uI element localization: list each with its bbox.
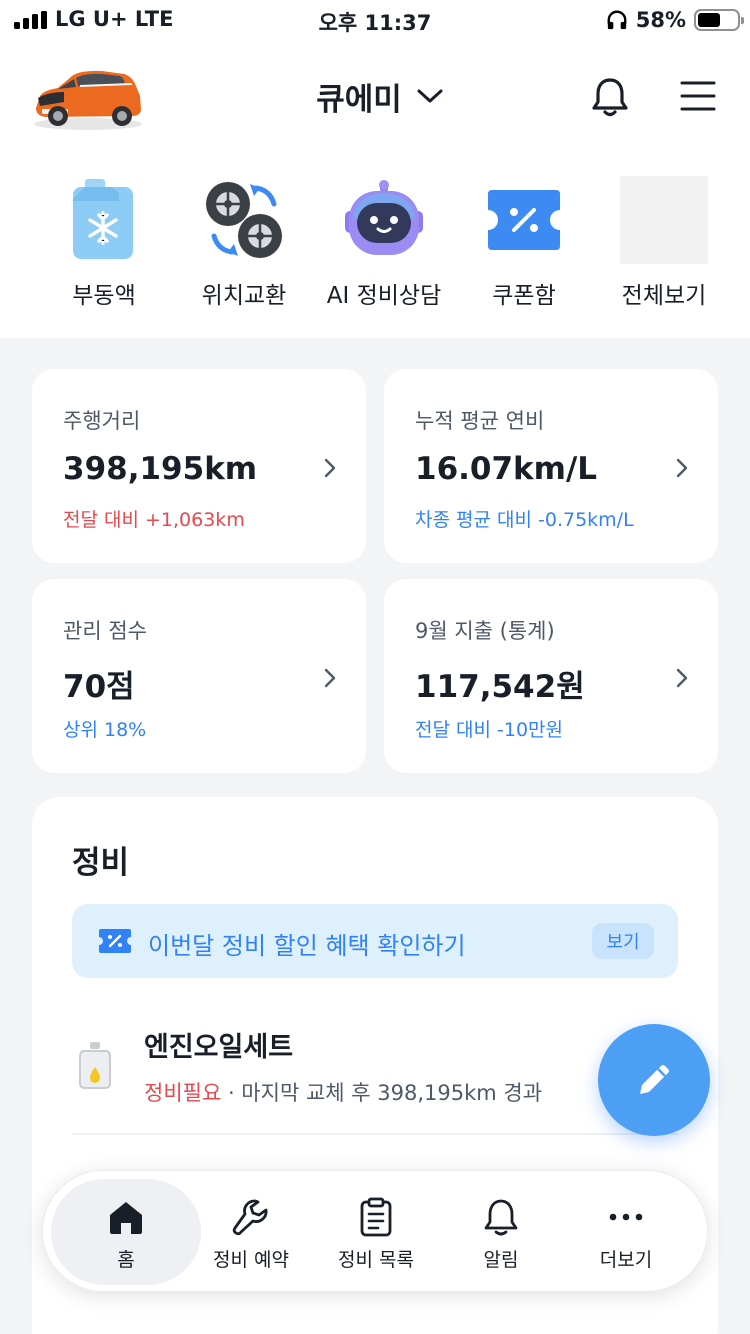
headphones-icon	[607, 10, 627, 30]
mileage-label: 주행거리	[63, 409, 141, 433]
more-icon	[606, 1197, 646, 1237]
quick-menu-tire-rotation[interactable]: 위치교환	[174, 176, 314, 316]
bell-icon	[481, 1197, 521, 1237]
expense-label: 9월 지출 (통계)	[415, 619, 555, 643]
hamburger-menu-icon	[680, 81, 716, 111]
maintenance-item-status-line: 정비필요 · 마지막 교체 후 398,195km 경과	[144, 1077, 542, 1107]
divider	[72, 1133, 678, 1135]
care-score-label: 관리 점수	[63, 619, 147, 643]
tab-label: 정비 목록	[338, 1249, 414, 1271]
chevron-right-icon	[324, 458, 336, 478]
quick-menu-coupons[interactable]: 쿠폰함	[454, 176, 594, 316]
write-fab-button[interactable]	[598, 1024, 710, 1136]
quick-menu-view-all[interactable]: 전체보기	[594, 176, 734, 316]
maintenance-detail: · 마지막 교체 후 398,195km 경과	[221, 1081, 543, 1105]
car-name: 큐에미	[316, 81, 402, 118]
tire-rotation-icon	[200, 176, 288, 264]
clipboard-icon	[356, 1197, 396, 1237]
care-score-card[interactable]: 관리 점수 70점 상위 18%	[32, 579, 366, 773]
bell-icon	[592, 78, 628, 117]
chevron-down-icon	[417, 89, 443, 103]
tab-label: 홈	[117, 1249, 135, 1271]
promo-text: 이번달 정비 할인 혜택 확인하기	[148, 932, 466, 960]
chevron-right-icon	[324, 668, 336, 688]
expense-change: 전달 대비 -10만원	[415, 719, 563, 741]
quick-menu-label: 쿠폰함	[492, 283, 556, 309]
expense-card[interactable]: 9월 지출 (통계) 117,542원 전달 대비 -10만원	[384, 579, 718, 773]
tab-label: 더보기	[599, 1249, 653, 1271]
status-bar: LG U+ LTE 오후 11:37 58%	[0, 0, 750, 40]
quick-menu-label: AI 정비상담	[326, 283, 442, 309]
home-icon	[106, 1197, 146, 1237]
quick-menu-label: 위치교환	[201, 283, 287, 309]
coupon-icon	[480, 176, 568, 264]
fuel-efficiency-compare: 차종 평균 대비 -0.75km/L	[415, 509, 634, 531]
battery-icon	[694, 9, 744, 31]
wrench-icon	[231, 1197, 271, 1237]
tab-home[interactable]: 홈	[56, 1171, 196, 1293]
mileage-change: 전달 대비 +1,063km	[63, 509, 245, 531]
tab-more[interactable]: 더보기	[556, 1171, 696, 1293]
quick-menu-antifreeze[interactable]: 부동액	[34, 176, 174, 316]
tab-notifications[interactable]: 알림	[431, 1171, 571, 1293]
notification-button[interactable]	[586, 72, 634, 120]
view-all-placeholder	[620, 176, 708, 264]
maintenance-title: 정비	[72, 845, 130, 881]
discount-promo-banner[interactable]: 이번달 정비 할인 혜택 확인하기 보기	[72, 904, 678, 978]
car-selector[interactable]: 큐에미	[300, 74, 460, 118]
chevron-right-icon	[676, 458, 688, 478]
ai-robot-icon	[340, 176, 428, 264]
tab-label: 알림	[483, 1249, 519, 1271]
battery-percent: 58%	[635, 8, 686, 32]
quick-menu-ai-consult[interactable]: AI 정비상담	[314, 176, 454, 316]
tab-maintenance-booking[interactable]: 정비 예약	[181, 1171, 321, 1293]
expense-value: 117,542원	[415, 669, 585, 705]
maintenance-item[interactable]: 엔진오일세트 정비필요 · 마지막 교체 후 398,195km 경과	[72, 1007, 678, 1113]
fuel-efficiency-value: 16.07km/L	[415, 451, 598, 487]
menu-button[interactable]	[674, 72, 722, 120]
care-score-rank: 상위 18%	[63, 719, 147, 741]
care-score-value: 70점	[63, 669, 135, 705]
car-thumbnail[interactable]	[28, 62, 146, 132]
maintenance-item-name: 엔진오일세트	[144, 1032, 294, 1063]
antifreeze-icon	[60, 176, 148, 264]
maintenance-status: 정비필요	[144, 1081, 222, 1105]
battery-level	[698, 13, 721, 27]
fuel-efficiency-card[interactable]: 누적 평균 연비 16.07km/L 차종 평균 대비 -0.75km/L	[384, 369, 718, 563]
tab-maintenance-list[interactable]: 정비 목록	[306, 1171, 446, 1293]
quick-menu-label: 부동액	[72, 283, 136, 309]
pencil-icon	[640, 1065, 669, 1094]
chevron-right-icon	[676, 668, 688, 688]
fuel-efficiency-label: 누적 평균 연비	[415, 409, 545, 433]
bottom-tab-bar: 홈 정비 예약 정비 목록 알림 더보기	[42, 1170, 708, 1292]
mileage-card[interactable]: 주행거리 398,195km 전달 대비 +1,063km	[32, 369, 366, 563]
quick-menu-label: 전체보기	[621, 283, 707, 309]
oil-bottle-icon	[79, 1042, 111, 1089]
tab-label: 정비 예약	[213, 1249, 289, 1271]
promo-view-button[interactable]: 보기	[592, 923, 654, 959]
mileage-value: 398,195km	[63, 451, 258, 487]
coupon-icon	[99, 929, 131, 953]
